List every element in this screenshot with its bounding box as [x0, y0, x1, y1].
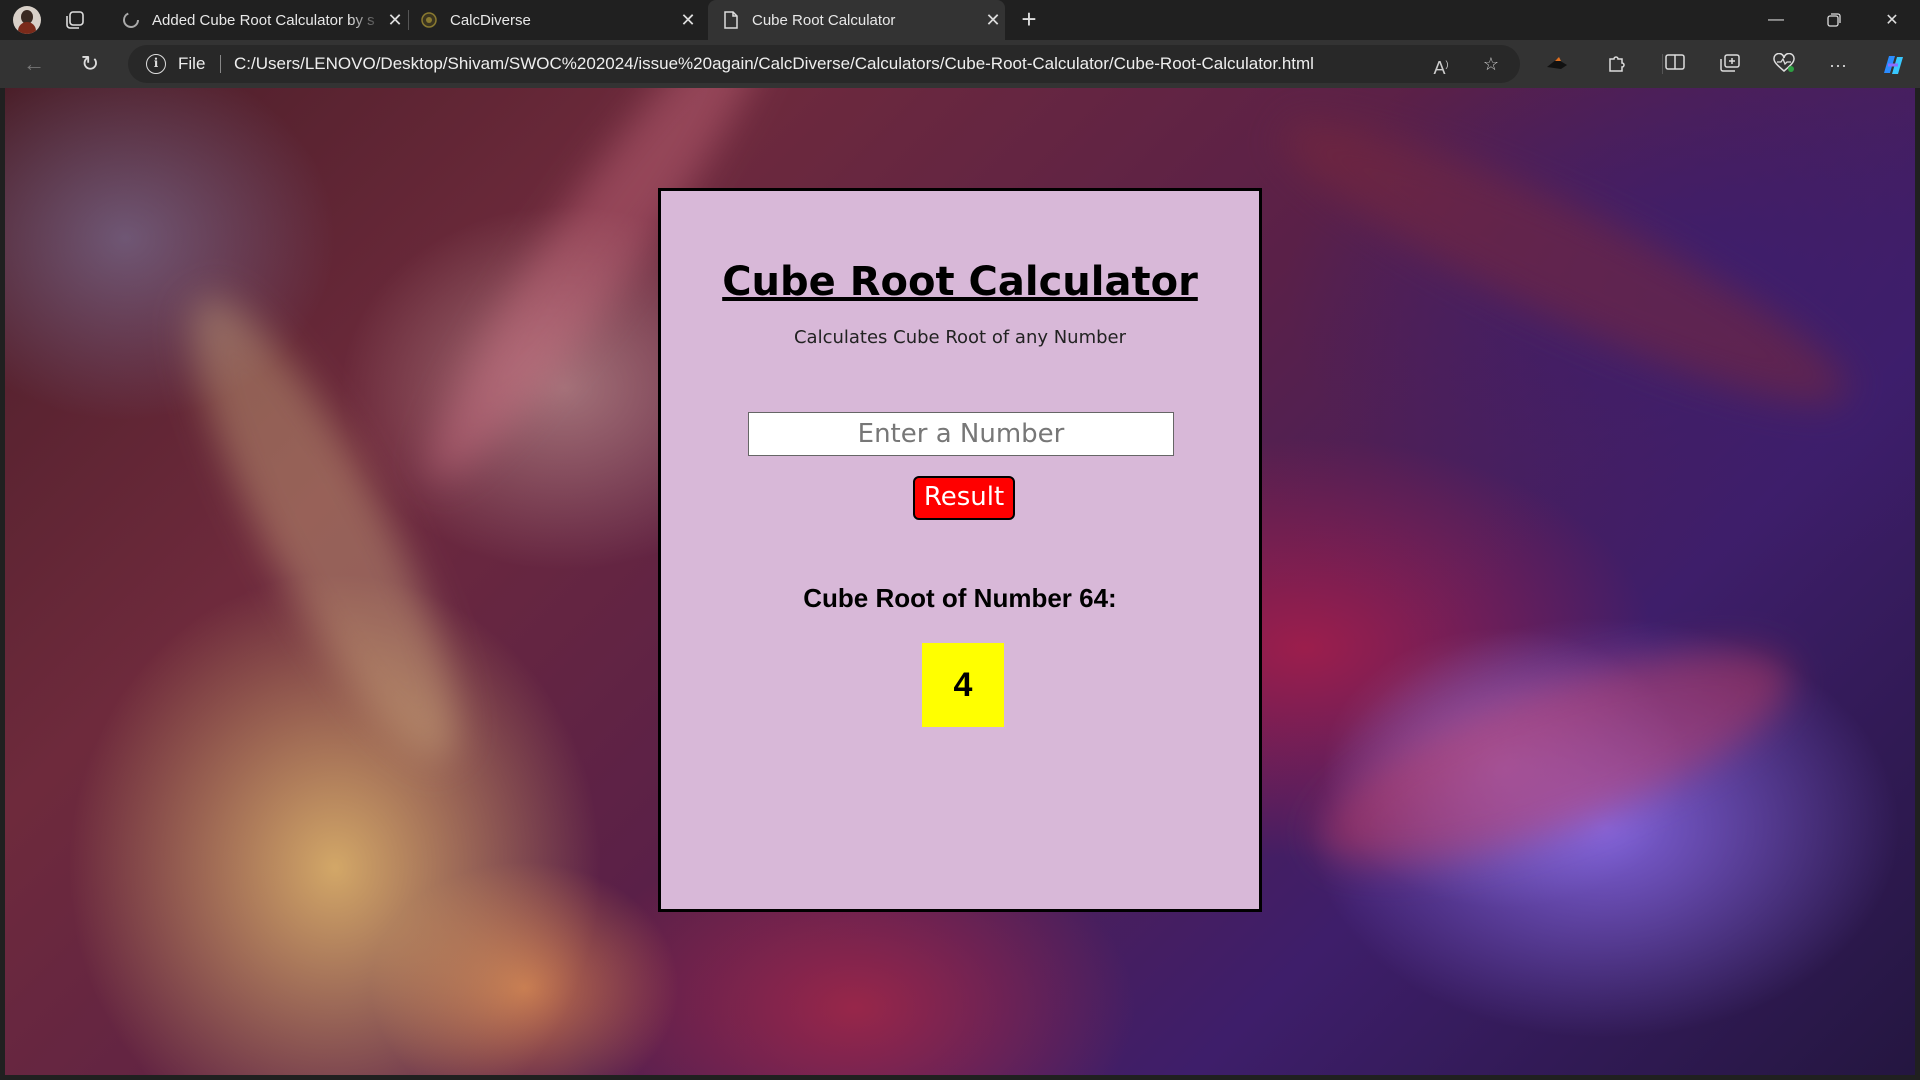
close-tab-icon[interactable]: ✕ — [383, 8, 407, 32]
background-art — [1296, 606, 1814, 910]
background-art — [149, 270, 501, 786]
result-button[interactable]: Result — [913, 476, 1015, 520]
number-input[interactable] — [748, 412, 1174, 456]
github-icon — [122, 11, 140, 29]
page-subtitle: Calculates Cube Root of any Number — [793, 327, 1127, 348]
reload-icon[interactable]: ↻ — [76, 50, 104, 78]
profile-avatar[interactable] — [13, 6, 41, 34]
info-icon[interactable]: i — [146, 54, 166, 74]
result-value: 4 — [922, 643, 1004, 727]
close-tab-icon[interactable]: ✕ — [981, 8, 1005, 32]
page-viewport: Cube Root Calculator Calculates Cube Roo… — [5, 88, 1915, 1075]
calcdiverse-icon — [420, 11, 438, 29]
tab-calcdiverse[interactable]: CalcDiverse ✕ — [420, 0, 700, 40]
page-icon — [722, 11, 740, 29]
browser-toolbar: ← ↻ i File C:/Users/LENOVO/Desktop/Shiva… — [0, 40, 1920, 88]
restore-icon[interactable] — [1806, 0, 1862, 40]
favorite-star-icon[interactable]: ☆ — [1480, 53, 1502, 75]
new-tab-icon[interactable]: + — [1016, 6, 1042, 33]
tab-strip: Added Cube Root Calculator by s ✕ CalcDi… — [0, 0, 1920, 40]
back-icon[interactable]: ← — [20, 50, 48, 78]
extensions-puzzle-icon[interactable] — [1604, 53, 1628, 77]
scheme-label: File — [178, 54, 206, 73]
split-screen-icon[interactable] — [1663, 53, 1687, 77]
address-separator — [220, 55, 221, 73]
tab-title: Added Cube Root Calculator by s — [152, 11, 375, 29]
background-art — [1260, 88, 1870, 444]
read-aloud-icon[interactable]: A) — [1430, 53, 1452, 78]
result-label: Cube Root of Number 64: — [803, 583, 1117, 613]
tab-cube-root-active[interactable]: Cube Root Calculator ✕ — [708, 0, 1005, 40]
tab-title: CalcDiverse — [450, 11, 531, 29]
tab-separator — [408, 10, 409, 30]
close-window-icon[interactable]: ✕ — [1864, 0, 1920, 40]
page-title: Cube Root Calculator — [722, 259, 1198, 305]
browser-essentials-icon[interactable] — [1772, 52, 1796, 77]
collections-icon[interactable] — [1718, 53, 1742, 77]
extension-shield-icon[interactable] — [1545, 53, 1569, 77]
tab-title: Cube Root Calculator — [752, 11, 896, 29]
tab-github-pr[interactable]: Added Cube Root Calculator by s ✕ — [122, 0, 407, 40]
calculator-card: Cube Root Calculator Calculates Cube Roo… — [658, 188, 1262, 912]
workspaces-icon[interactable] — [64, 9, 86, 31]
minimize-icon[interactable]: — — [1748, 0, 1804, 40]
close-tab-icon[interactable]: ✕ — [676, 8, 700, 32]
address-bar[interactable]: i File C:/Users/LENOVO/Desktop/Shivam/SW… — [128, 45, 1520, 83]
more-options-icon[interactable]: ··· — [1826, 53, 1850, 77]
copilot-icon[interactable] — [1880, 53, 1904, 77]
url-text[interactable]: C:/Users/LENOVO/Desktop/Shivam/SWOC%2020… — [234, 54, 1314, 74]
